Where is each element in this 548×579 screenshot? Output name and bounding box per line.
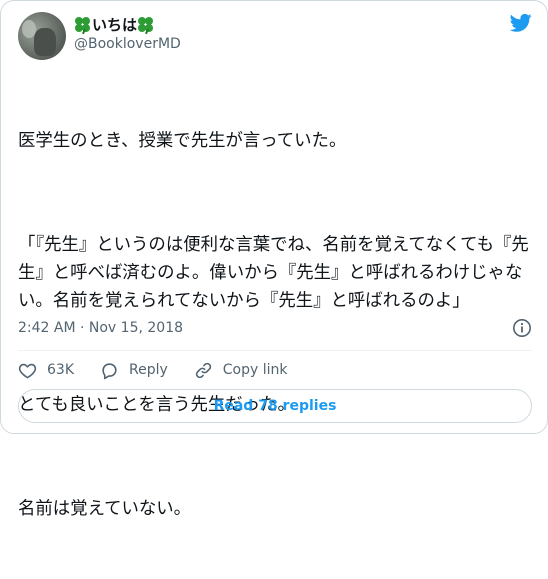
read-replies-button[interactable]: Read 78 replies [18, 389, 532, 423]
four-leaf-clover-icon [137, 16, 155, 34]
author-handle[interactable]: @BookloverMD [74, 36, 181, 52]
like-button[interactable]: 63K [18, 361, 74, 380]
copy-link-label: Copy link [222, 362, 288, 378]
avatar[interactable] [18, 12, 66, 60]
four-leaf-clover-icon [74, 16, 92, 34]
tweet-meta: 2:42 AM · Nov 15, 2018 [18, 318, 532, 340]
tweet-actions: 63K Reply Copy link [18, 358, 314, 382]
tweet-paragraph: 名前は覚えていない。 [18, 499, 192, 519]
tweet-timestamp[interactable]: 2:42 AM · Nov 15, 2018 [18, 320, 183, 336]
speech-bubble-icon [102, 362, 117, 379]
reply-button[interactable]: Reply [100, 361, 168, 380]
info-circle-icon[interactable] [512, 318, 532, 338]
reply-label: Reply [129, 362, 168, 378]
author-display-name[interactable]: いちは [74, 14, 155, 35]
divider [18, 350, 532, 351]
heart-icon [18, 363, 37, 378]
tweet-header: いちは @BookloverMD [18, 11, 532, 60]
twitter-bird-icon[interactable] [510, 13, 532, 33]
link-icon [195, 362, 211, 378]
author-name-text: いちは [92, 16, 138, 34]
tweet-paragraph: 「『先生』というのは便利な言葉でね、名前を覚えてなくても『先生』と呼べば済むのよ… [18, 235, 529, 311]
copy-link-button[interactable]: Copy link [194, 361, 288, 380]
like-count: 63K [47, 362, 74, 378]
tweet-card: いちは @BookloverMD 医学生のとき、授業で先生が言っていた。 「『先… [0, 0, 548, 519]
tweet-paragraph: 医学生のとき、授業で先生が言っていた。 [18, 131, 347, 151]
